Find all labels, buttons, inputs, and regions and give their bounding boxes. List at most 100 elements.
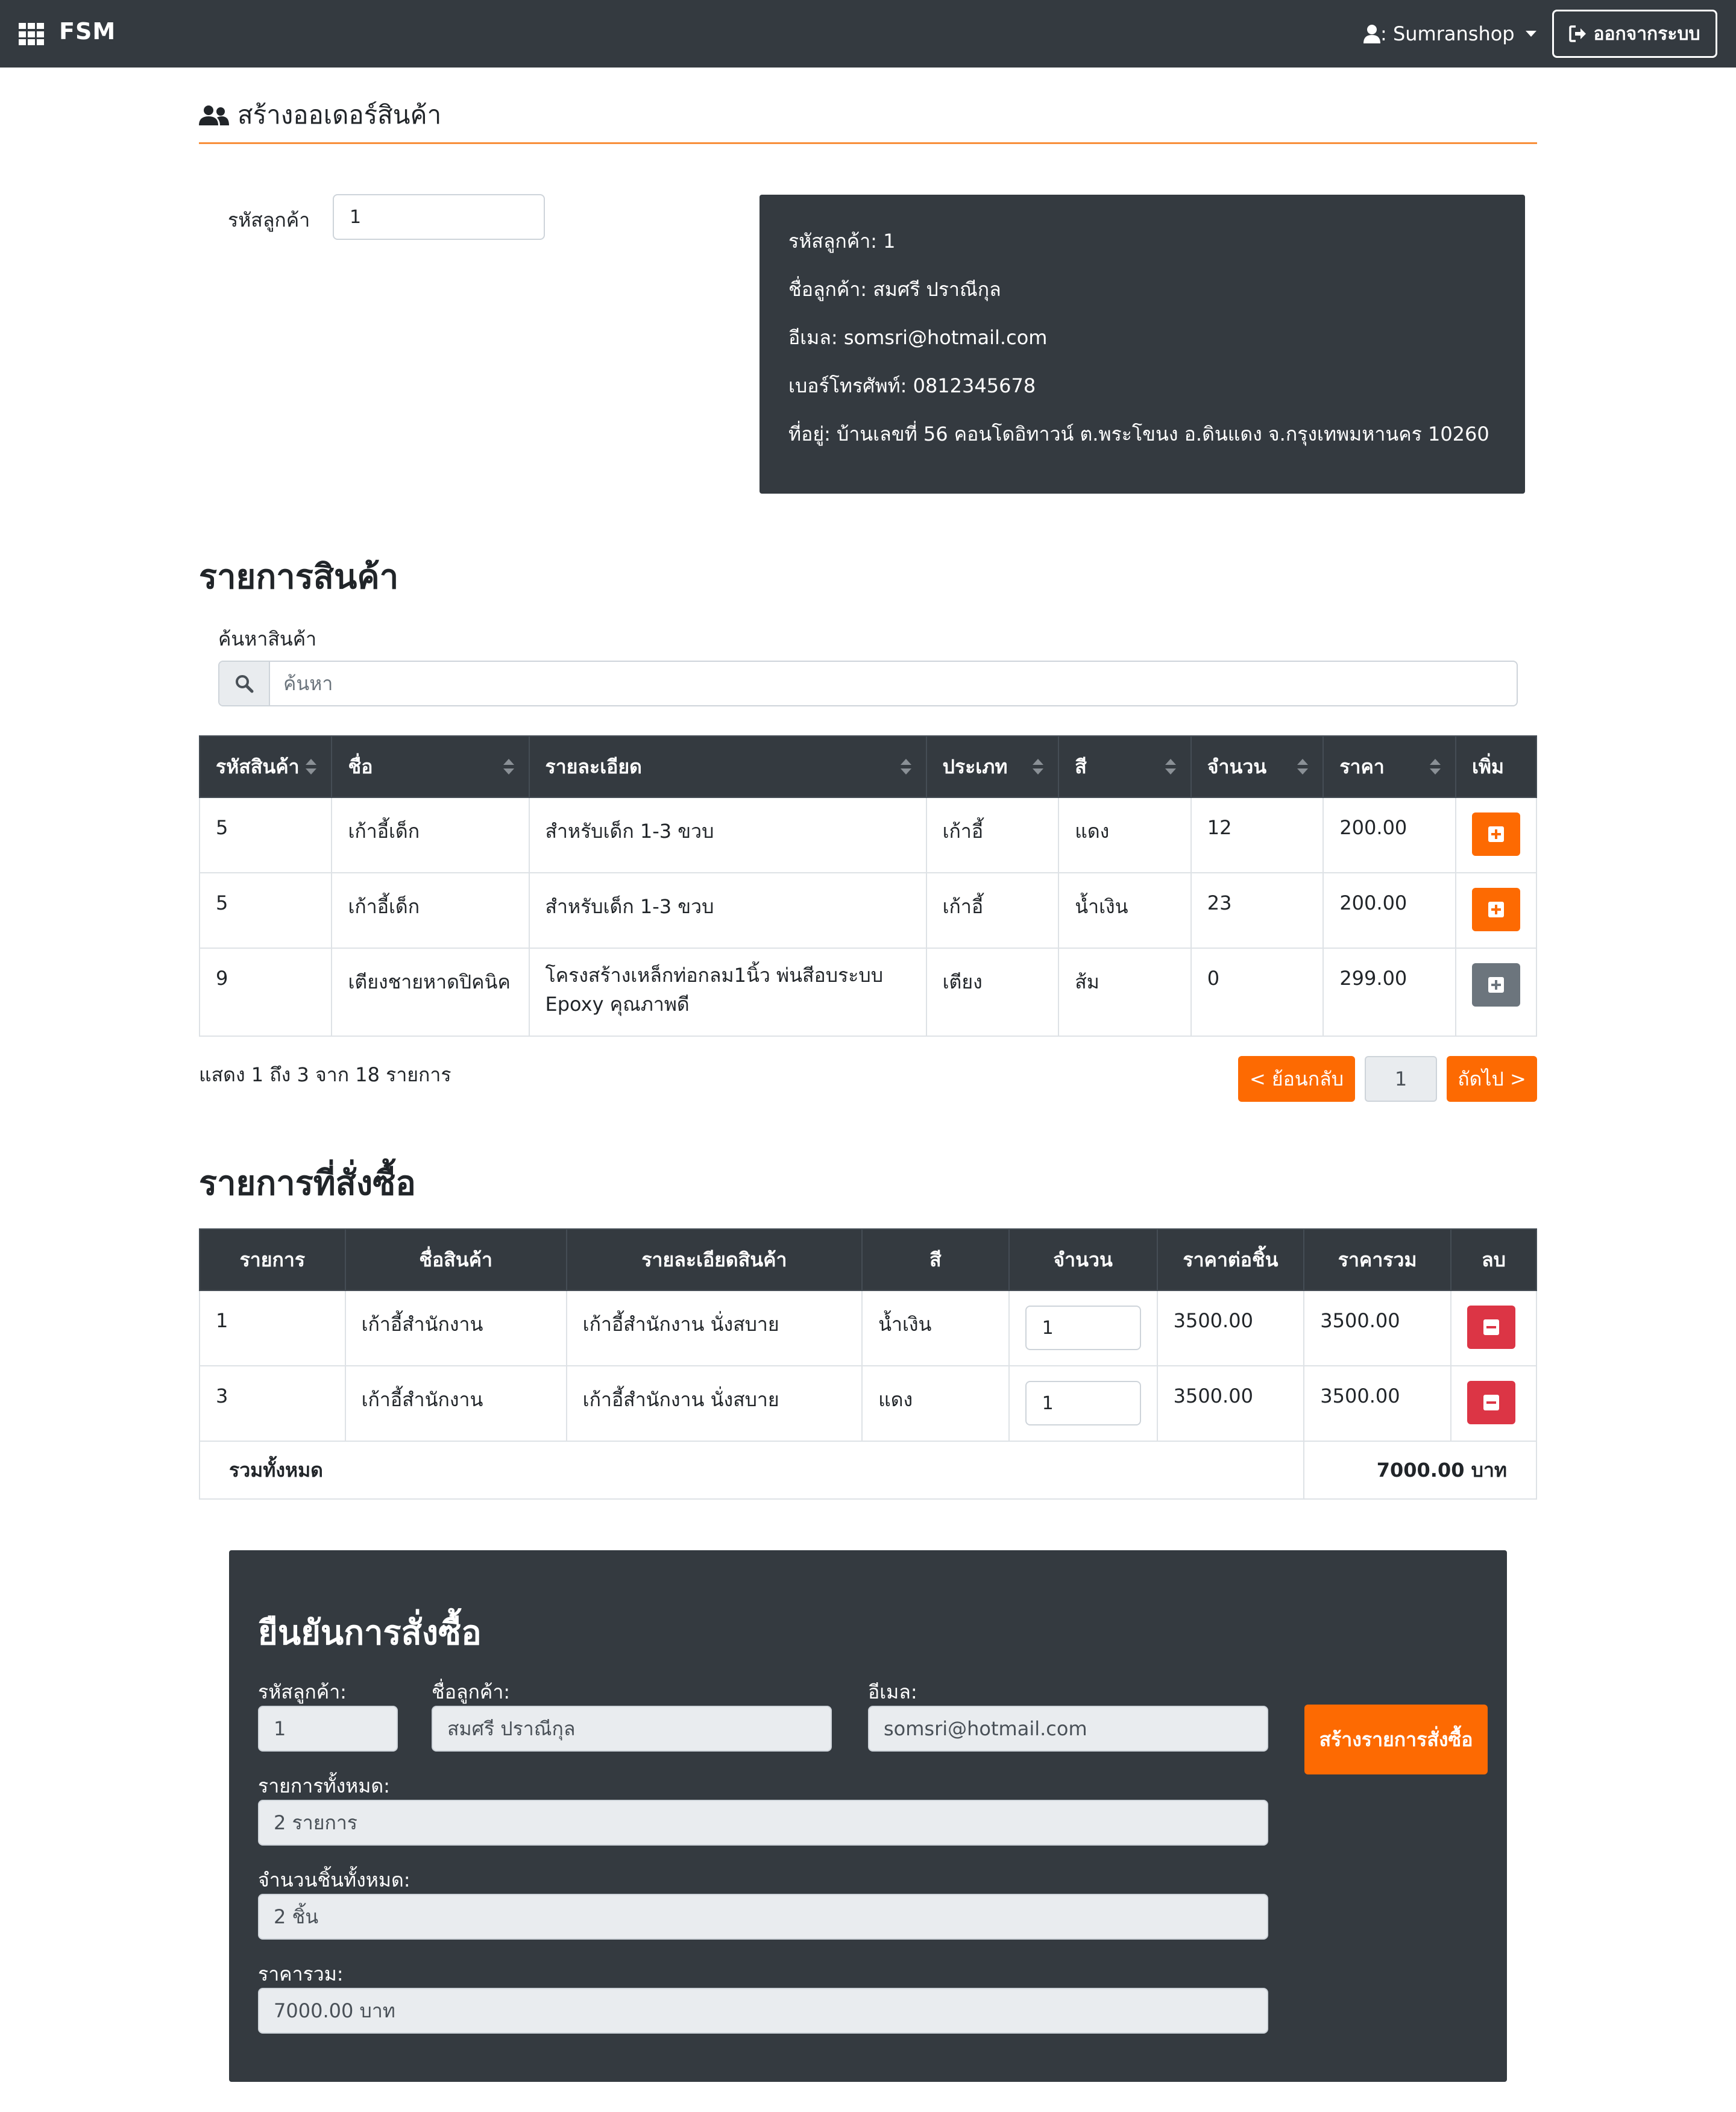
search-label: ค้นหาสินค้า — [218, 627, 317, 650]
customer-code-input[interactable]: 1 — [333, 194, 545, 240]
create-order-button[interactable]: สร้างรายการสั่งซื้อ — [1304, 1705, 1488, 1774]
customer-code-info: รหัสลูกค้า: 1 — [788, 230, 896, 253]
confirm-code-label: รหัสลูกค้า: — [258, 1680, 347, 1703]
confirm-pieces-label: จำนวนชิ้นทั้งหมด: — [258, 1868, 410, 1891]
col-header-name[interactable]: ชื่อ — [331, 735, 530, 798]
product-type: เก้าอี้ — [925, 797, 1060, 873]
search-group: ค้นหา — [218, 661, 1518, 706]
minus-square-icon — [1483, 1395, 1499, 1410]
add-product-button[interactable] — [1471, 888, 1520, 931]
product-price: 299.00 — [1322, 948, 1456, 1037]
order-product-name: เก้าอี้สำนักงาน — [344, 1290, 567, 1366]
confirm-code-field: 1 — [258, 1706, 398, 1752]
customer-phone-info: เบอร์โทรศัพท์: 0812345678 — [788, 374, 1036, 397]
page-title-text: สร้างออเดอร์สินค้า — [237, 100, 442, 130]
col-header-qty: จำนวน — [1008, 1228, 1158, 1291]
order-product-detail: เก้าอี้สำนักงาน นั่งสบาย — [565, 1290, 863, 1366]
confirm-items-field: 2 รายการ — [258, 1800, 1268, 1846]
sort-icon — [1429, 759, 1441, 775]
quantity-input[interactable]: 1 — [1025, 1306, 1141, 1350]
user-name: : Sumranshop — [1380, 22, 1515, 45]
product-detail: โครงสร้างเหล็กท่อกลม1นิ้ว พ่นสีอบระบบ Ep… — [528, 948, 927, 1037]
confirm-email-label: อีเมล: — [868, 1680, 917, 1703]
col-header-detail[interactable]: รายละเอียด — [528, 735, 927, 798]
confirm-name-label: ชื่อลูกค้า: — [432, 1680, 511, 1703]
delete-item-button[interactable] — [1467, 1306, 1515, 1349]
product-name: เก้าอี้เด็ก — [331, 797, 530, 873]
order-product-name: เก้าอี้สำนักงาน — [344, 1365, 567, 1442]
brand-logo[interactable]: FSM — [59, 18, 116, 45]
customer-code-label: รหัสลูกค้า — [228, 209, 310, 231]
add-cell — [1455, 948, 1538, 1037]
prev-page-button[interactable]: < ย้อนกลับ — [1238, 1056, 1355, 1102]
add-product-button[interactable] — [1471, 812, 1520, 856]
col-header-no: รายการ — [199, 1228, 346, 1291]
qty-cell: 1 — [1008, 1365, 1158, 1442]
product-code: 5 — [198, 872, 333, 949]
product-qty: 0 — [1190, 948, 1324, 1037]
product-detail: สำหรับเด็ก 1-3 ขวบ — [528, 872, 927, 949]
col-header-product-name: ชื่อสินค้า — [344, 1228, 567, 1291]
apps-grid-icon[interactable] — [19, 23, 44, 46]
product-name: เก้าอี้เด็ก — [331, 872, 530, 949]
col-header-qty[interactable]: จำนวน — [1190, 735, 1324, 798]
minus-square-icon — [1483, 1319, 1499, 1335]
product-price: 200.00 — [1322, 797, 1456, 873]
col-header-product-detail: รายละเอียดสินค้า — [565, 1228, 863, 1291]
confirm-price-label: ราคารวม: — [258, 1963, 344, 1985]
qty-cell: 1 — [1008, 1290, 1158, 1366]
order-total: 3500.00 — [1303, 1290, 1451, 1366]
col-header-price[interactable]: ราคา — [1322, 735, 1456, 798]
order-color: แดง — [861, 1365, 1010, 1442]
add-cell — [1455, 797, 1538, 873]
product-color: แดง — [1058, 797, 1192, 873]
top-navbar: FSM : Sumranshop ออกจากระบบ — [0, 0, 1736, 68]
product-qty: 12 — [1190, 797, 1324, 873]
order-color: น้ำเงิน — [861, 1290, 1010, 1366]
confirm-price-field: 7000.00 บาท — [258, 1988, 1268, 2034]
customer-info-card: รหัสลูกค้า: 1 ชื่อลูกค้า: สมศรี ปราณีกุล… — [760, 195, 1525, 494]
table-row: 3 เก้าอี้สำนักงาน เก้าอี้สำนักงาน นั่งสบ… — [199, 1365, 1537, 1442]
sort-icon — [900, 759, 911, 775]
confirm-name-field: สมศรี ปราณีกุล — [432, 1706, 832, 1752]
caret-down-icon — [1525, 31, 1536, 37]
confirm-items-label: รายการทั้งหมด: — [258, 1774, 390, 1797]
delete-cell — [1450, 1365, 1537, 1442]
col-header-type[interactable]: ประเภท — [925, 735, 1060, 798]
total-value: 7000.00 บาท — [1303, 1441, 1537, 1500]
confirm-order-card: ยืนยันการสั่งซื้อ รหัสลูกค้า: 1 ชื่อลูกค… — [229, 1550, 1507, 2082]
add-cell — [1455, 872, 1538, 949]
order-total: 3500.00 — [1303, 1365, 1451, 1442]
search-icon — [219, 662, 270, 705]
add-product-button-disabled[interactable] — [1471, 963, 1520, 1007]
confirm-pieces-field: 2 ชิ้น — [258, 1894, 1268, 1940]
sort-icon — [503, 759, 514, 775]
total-label: รวมทั้งหมด — [198, 1441, 1305, 1500]
delete-item-button[interactable] — [1467, 1381, 1515, 1424]
table-info-text: แสดง 1 ถึง 3 จาก 18 รายการ — [199, 1063, 451, 1086]
product-code: 5 — [198, 797, 333, 873]
confirm-title: ยืนยันการสั่งซื้อ — [258, 1614, 482, 1653]
sort-icon — [1165, 759, 1176, 775]
search-input[interactable]: ค้นหา — [270, 662, 1517, 705]
user-dropdown[interactable]: : Sumranshop — [1363, 20, 1536, 47]
product-price: 200.00 — [1322, 872, 1456, 949]
col-header-code[interactable]: รหัสสินค้า — [198, 735, 333, 798]
plus-square-icon — [1488, 902, 1504, 917]
next-page-button[interactable]: ถัดไป > — [1447, 1056, 1537, 1102]
col-header-unit-price: ราคาต่อชิ้น — [1156, 1228, 1305, 1291]
product-type: เตียง — [925, 948, 1060, 1037]
quantity-input[interactable]: 1 — [1025, 1381, 1141, 1425]
col-header-add: เพิ่ม — [1455, 735, 1538, 798]
product-color: ส้ม — [1058, 948, 1192, 1037]
product-name: เตียงชายหาดปิคนิค — [331, 948, 530, 1037]
logout-button[interactable]: ออกจากระบบ — [1552, 10, 1717, 58]
col-header-delete: ลบ — [1450, 1228, 1537, 1291]
sort-icon — [1297, 759, 1309, 775]
col-header-color[interactable]: สี — [1058, 735, 1192, 798]
order-no: 1 — [199, 1290, 346, 1366]
customer-name-info: ชื่อลูกค้า: สมศรี ปราณีกุล — [788, 278, 1001, 301]
table-row: 9 เตียงชายหาดปิคนิค โครงสร้างเหล็กท่อกลม… — [198, 948, 1538, 1037]
page-number-button[interactable]: 1 — [1365, 1056, 1437, 1102]
product-color: น้ำเงิน — [1058, 872, 1192, 949]
